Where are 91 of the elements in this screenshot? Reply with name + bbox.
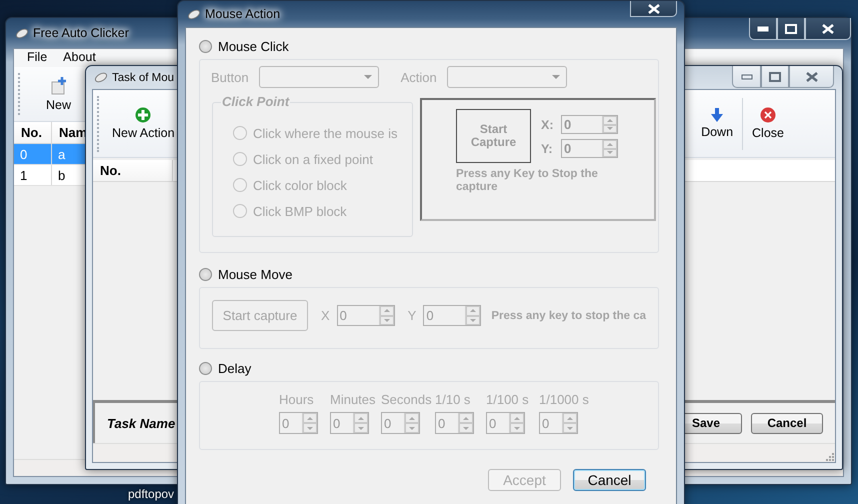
spin-down-button[interactable] bbox=[405, 423, 419, 433]
spin-up-button[interactable] bbox=[603, 116, 617, 124]
dialog-button[interactable]: Cancel bbox=[751, 412, 823, 434]
field-label: Hours bbox=[279, 392, 315, 407]
caret-icon bbox=[552, 75, 560, 79]
down-arrow-icon bbox=[710, 108, 724, 122]
field-label: 1/10 s bbox=[435, 392, 472, 407]
down-arrow-icon bbox=[358, 426, 364, 430]
spin-up-button[interactable] bbox=[459, 413, 473, 423]
field-label: Minutes bbox=[330, 392, 377, 407]
down-arrow-icon bbox=[567, 426, 573, 430]
field-label: Y: bbox=[541, 142, 554, 156]
down-arrow-icon bbox=[307, 426, 313, 430]
spin-down-button[interactable] bbox=[380, 316, 394, 325]
down-arrow-icon bbox=[384, 318, 390, 322]
toolbar-grip[interactable] bbox=[97, 96, 102, 152]
field-label: Y bbox=[408, 308, 416, 323]
down-arrow-icon bbox=[514, 426, 520, 430]
down-arrow-icon bbox=[607, 127, 613, 130]
field-label: X bbox=[321, 308, 330, 323]
spin-up-button[interactable] bbox=[303, 413, 317, 423]
up-arrow-icon bbox=[567, 416, 573, 420]
spin-down-button[interactable] bbox=[354, 423, 368, 433]
close-button[interactable] bbox=[789, 66, 834, 88]
dialog-button[interactable]: Cancel bbox=[573, 469, 646, 491]
minimize-button[interactable] bbox=[732, 66, 761, 88]
close-icon bbox=[648, 4, 660, 14]
close-button[interactable] bbox=[630, 1, 677, 17]
field-label: Action bbox=[400, 70, 437, 84]
window-title: Free Auto Clicker bbox=[33, 26, 129, 40]
up-arrow-icon bbox=[358, 416, 364, 420]
down-arrow-icon bbox=[463, 426, 469, 430]
maximize-icon bbox=[785, 24, 797, 34]
up-arrow-icon bbox=[409, 416, 415, 420]
field-label: Seconds bbox=[381, 392, 433, 407]
toolbar-button[interactable]: Close bbox=[745, 105, 791, 142]
spin-up-button[interactable] bbox=[563, 413, 577, 423]
toolbar-grip[interactable] bbox=[18, 73, 23, 115]
close-icon bbox=[806, 72, 818, 82]
field-label: Button bbox=[211, 70, 249, 84]
spin-up-button[interactable] bbox=[510, 413, 524, 423]
close-icon bbox=[822, 24, 834, 34]
plus-icon bbox=[135, 107, 152, 123]
minimize-icon bbox=[740, 74, 752, 80]
field-label: 1/1000 s bbox=[539, 392, 590, 407]
maximize-icon bbox=[769, 72, 781, 82]
up-arrow-icon bbox=[514, 416, 520, 420]
up-arrow-icon bbox=[607, 118, 613, 122]
spin-up-button[interactable] bbox=[380, 306, 394, 316]
table-cell: 0 bbox=[14, 144, 52, 164]
resize-grip[interactable] bbox=[824, 451, 835, 462]
close-button[interactable] bbox=[805, 18, 851, 40]
table-cell: 1 bbox=[14, 165, 52, 185]
down-arrow-icon bbox=[409, 426, 415, 430]
caret-icon bbox=[364, 75, 372, 79]
up-arrow-icon bbox=[470, 309, 476, 312]
spin-up-button[interactable] bbox=[466, 306, 480, 316]
down-arrow-icon bbox=[607, 151, 613, 154]
spin-down-button[interactable] bbox=[303, 423, 317, 433]
menu-item[interactable]: File bbox=[27, 50, 48, 64]
window-title: Mouse Action bbox=[205, 7, 280, 21]
group-title: Click Point bbox=[221, 94, 290, 109]
new-document-icon bbox=[50, 76, 66, 94]
task-name-label: Task Name bbox=[107, 416, 176, 430]
column-header[interactable]: No. bbox=[14, 122, 52, 143]
hint-text: Press any key to stop the ca bbox=[491, 310, 646, 322]
window-title: Task of Mou bbox=[112, 72, 174, 84]
maximize-button[interactable] bbox=[761, 66, 789, 88]
spin-down-button[interactable] bbox=[510, 423, 524, 433]
maximize-button[interactable] bbox=[777, 18, 805, 40]
field-label: X: bbox=[541, 118, 554, 132]
up-arrow-icon bbox=[307, 416, 313, 420]
down-arrow-icon bbox=[470, 318, 476, 322]
toolbar-button[interactable]: Down bbox=[694, 106, 740, 141]
up-arrow-icon bbox=[463, 416, 469, 420]
minimize-icon bbox=[757, 26, 769, 32]
up-arrow-icon bbox=[384, 309, 390, 312]
toolbar-button[interactable]: New bbox=[39, 74, 78, 114]
column-header[interactable]: No. bbox=[93, 160, 173, 181]
minimize-button[interactable] bbox=[749, 18, 777, 40]
desktop-icon-label[interactable]: pdftopov bbox=[128, 487, 174, 501]
field-label: 1/100 s bbox=[486, 392, 530, 407]
spin-up-button[interactable] bbox=[405, 413, 419, 423]
spin-down-button[interactable] bbox=[563, 423, 577, 433]
spin-up-button[interactable] bbox=[603, 140, 617, 148]
up-arrow-icon bbox=[607, 142, 613, 146]
spin-down-button[interactable] bbox=[459, 423, 473, 433]
close-circle-icon bbox=[760, 107, 776, 123]
menu-item[interactable]: About bbox=[63, 50, 96, 64]
mouse-icon bbox=[94, 72, 108, 83]
spin-up-button[interactable] bbox=[354, 413, 368, 423]
